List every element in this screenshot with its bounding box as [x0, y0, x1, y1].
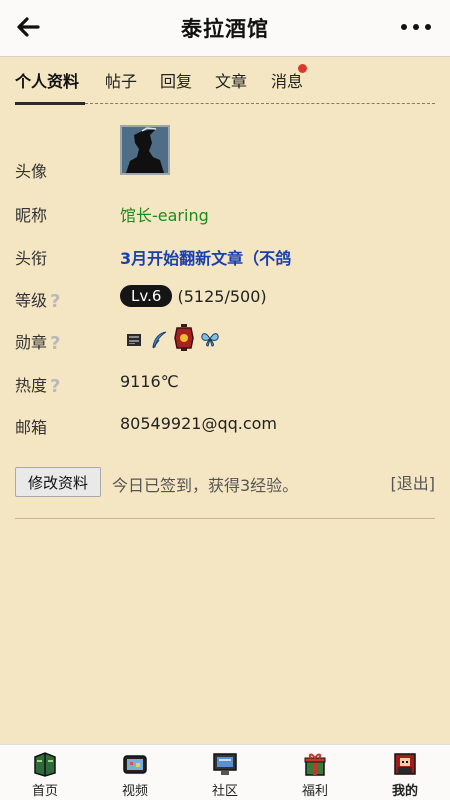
- level-label: 等级: [15, 291, 48, 310]
- bottom-nav: 首页 视频 社区 福利 我的: [0, 744, 450, 800]
- feather-medal-icon[interactable]: [150, 330, 168, 350]
- nav-community[interactable]: 社区: [180, 751, 270, 799]
- gift-icon: [304, 753, 326, 776]
- more-dots-icon: [401, 24, 431, 30]
- medals-help-icon[interactable]: ?: [50, 333, 64, 354]
- lantern-medal-icon[interactable]: [173, 324, 195, 352]
- butterfly-medal-icon[interactable]: [200, 331, 220, 347]
- tab-replies[interactable]: 回复: [160, 68, 192, 92]
- level-progress: (5125/500): [177, 287, 267, 306]
- level-value: Lv.6 (5125/500): [120, 285, 267, 307]
- nav-mine-label: 我的: [391, 784, 418, 799]
- nickname-label: 昵称: [15, 206, 48, 225]
- avatar[interactable]: [120, 125, 170, 175]
- more-options-button[interactable]: [396, 10, 436, 44]
- level-badge: Lv.6: [120, 285, 173, 307]
- profile-tabs: 个人资料 帖子 回复 文章 消息: [0, 56, 450, 106]
- nav-community-label: 社区: [211, 784, 238, 799]
- active-tab-indicator: [15, 102, 85, 105]
- email-label: 邮箱: [15, 418, 48, 437]
- tab-posts[interactable]: 帖子: [105, 68, 137, 92]
- logout-link[interactable]: [退出]: [391, 470, 436, 494]
- profile-icon: [394, 753, 416, 775]
- heat-label: 热度: [15, 376, 48, 395]
- title-value: 3月开始翻新文章（不鸽: [120, 249, 292, 268]
- nav-home-label: 首页: [31, 784, 58, 799]
- checkin-status: 今日已签到，获得3经验。: [112, 476, 299, 495]
- nav-welfare[interactable]: 福利: [270, 751, 360, 799]
- heat-row-label: 热度?: [15, 372, 64, 397]
- title-label: 头衔: [15, 249, 48, 268]
- tabs-divider: [85, 103, 435, 104]
- avatar-label: 头像: [15, 162, 48, 181]
- tab-articles[interactable]: 文章: [215, 68, 247, 92]
- tab-profile[interactable]: 个人资料: [15, 68, 79, 92]
- tab-messages[interactable]: 消息: [271, 68, 303, 92]
- email-value: 80549921@qq.com: [120, 414, 278, 433]
- nav-home[interactable]: 首页: [0, 751, 90, 799]
- top-bar: 泰拉酒馆: [0, 0, 450, 57]
- app-title: 泰拉酒馆: [181, 17, 269, 41]
- heat-value: 9116℃: [120, 372, 179, 391]
- computer-icon: [213, 753, 237, 775]
- nav-video[interactable]: 视频: [90, 751, 180, 799]
- nav-video-label: 视频: [121, 784, 148, 799]
- tv-icon: [123, 755, 147, 774]
- nav-welfare-label: 福利: [301, 784, 328, 799]
- nickname-value: 馆长-earing: [120, 206, 209, 225]
- edit-profile-button[interactable]: 修改资料: [15, 467, 101, 497]
- book-icon: [34, 752, 56, 777]
- level-row-label: 等级?: [15, 287, 64, 312]
- level-help-icon[interactable]: ?: [50, 291, 64, 312]
- scroll-medal-icon[interactable]: [126, 332, 142, 348]
- medals-row-label: 勋章?: [15, 329, 64, 354]
- medals-label: 勋章: [15, 333, 48, 352]
- avatar-silhouette-icon: [122, 127, 168, 173]
- nav-mine[interactable]: 我的: [360, 751, 450, 799]
- content-divider: [15, 518, 435, 519]
- heat-help-icon[interactable]: ?: [50, 376, 64, 397]
- message-badge: [298, 64, 307, 73]
